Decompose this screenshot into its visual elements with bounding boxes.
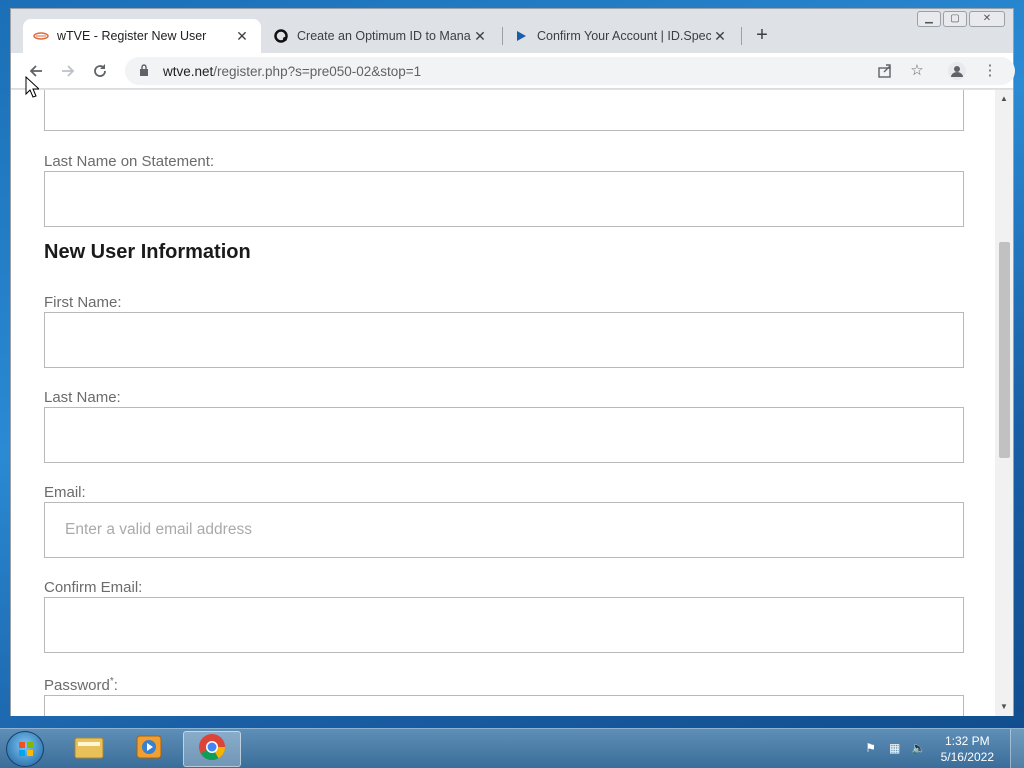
tab-separator (741, 27, 742, 45)
optimum-logo-icon (273, 28, 289, 44)
scroll-down-arrow-icon[interactable]: ▼ (995, 702, 1013, 711)
scroll-up-arrow-icon[interactable]: ▲ (995, 94, 1013, 103)
close-tab-icon[interactable]: ✕ (471, 28, 489, 45)
folder-icon (74, 734, 104, 765)
maximize-button[interactable]: ▢ (943, 11, 967, 27)
lock-icon[interactable] (139, 63, 153, 79)
minimize-button[interactable]: ▁ (917, 11, 941, 27)
clock[interactable]: 1:32 PM 5/16/2022 (941, 733, 994, 765)
tab-optimum[interactable]: Create an Optimum ID to Manag ✕ (263, 19, 499, 53)
url-text: wtve.net/register.php?s=pre050-02&stop=1 (163, 63, 422, 79)
email-input[interactable]: Enter a valid email address (44, 502, 964, 558)
page-content: Last Name on Statement: New User Informa… (11, 90, 995, 716)
tab-title: Confirm Your Account | ID.Spectr (537, 29, 711, 43)
network-icon[interactable]: ▦ (886, 741, 904, 757)
window-controls: ▁ ▢ ✕ (915, 11, 1005, 27)
clock-time: 1:32 PM (944, 734, 990, 748)
action-center-flag-icon[interactable]: ⚑ (862, 741, 880, 757)
last-name-label: Last Name: (44, 389, 121, 406)
system-tray: ⚑ ▦ 🔈 1:32 PM 5/16/2022 (859, 729, 1024, 768)
previous-field-input[interactable] (44, 90, 964, 131)
tab-strip: wTVE - Register New User ✕ Create an Opt… (11, 9, 1013, 53)
share-icon[interactable] (873, 59, 897, 83)
chrome-taskbar-button[interactable] (183, 731, 241, 767)
file-explorer-taskbar-button[interactable] (60, 731, 118, 767)
taskbar: ⚑ ▦ 🔈 1:32 PM 5/16/2022 (0, 728, 1024, 768)
forward-arrow-icon[interactable] (56, 59, 80, 83)
close-tab-icon[interactable]: ✕ (233, 28, 251, 45)
tab-title: Create an Optimum ID to Manag (297, 29, 471, 43)
section-title: New User Information (44, 241, 251, 263)
first-name-label: First Name: (44, 294, 122, 311)
email-label: Email: (44, 484, 86, 501)
last-name-statement-label: Last Name on Statement: (44, 153, 215, 170)
tab-wtve[interactable]: wTVE - Register New User ✕ (23, 19, 261, 53)
last-name-statement-input[interactable] (44, 171, 964, 227)
spectrum-play-icon (513, 28, 529, 44)
confirm-email-input[interactable] (44, 597, 964, 653)
first-name-input[interactable] (44, 312, 964, 368)
reload-icon[interactable] (88, 59, 112, 83)
chrome-icon (198, 733, 226, 766)
browser-window: wTVE - Register New User ✕ Create an Opt… (10, 8, 1015, 716)
password-input[interactable] (44, 695, 964, 716)
last-name-input[interactable] (44, 407, 964, 463)
media-player-icon (135, 734, 163, 765)
media-player-taskbar-button[interactable] (120, 731, 178, 767)
password-label: Password*: (44, 676, 118, 694)
clock-date: 5/16/2022 (940, 750, 994, 764)
close-tab-icon[interactable]: ✕ (711, 28, 729, 45)
new-tab-button[interactable]: + (751, 23, 773, 47)
browser-toolbar: wtve.net/register.php?s=pre050-02&stop=1… (11, 53, 1015, 89)
profile-avatar-icon[interactable] (945, 59, 969, 83)
scrollbar-thumb[interactable] (999, 242, 1010, 458)
bookmark-star-icon[interactable]: ☆ (905, 59, 929, 83)
volume-icon[interactable]: 🔈 (910, 741, 928, 757)
tab-title: wTVE - Register New User (57, 29, 207, 43)
tab-spectrum[interactable]: Confirm Your Account | ID.Spectr ✕ (503, 19, 739, 53)
start-button[interactable] (6, 731, 44, 767)
mouse-cursor-icon (25, 75, 41, 103)
confirm-email-label: Confirm Email: (44, 579, 143, 596)
close-window-button[interactable]: ✕ (969, 11, 1005, 27)
page-scrollbar[interactable]: ▲ ▼ (995, 90, 1013, 716)
wtve-logo-icon (33, 28, 49, 44)
kebab-menu-icon[interactable]: ⋮ (978, 59, 1002, 83)
show-desktop-button[interactable] (1010, 729, 1024, 768)
